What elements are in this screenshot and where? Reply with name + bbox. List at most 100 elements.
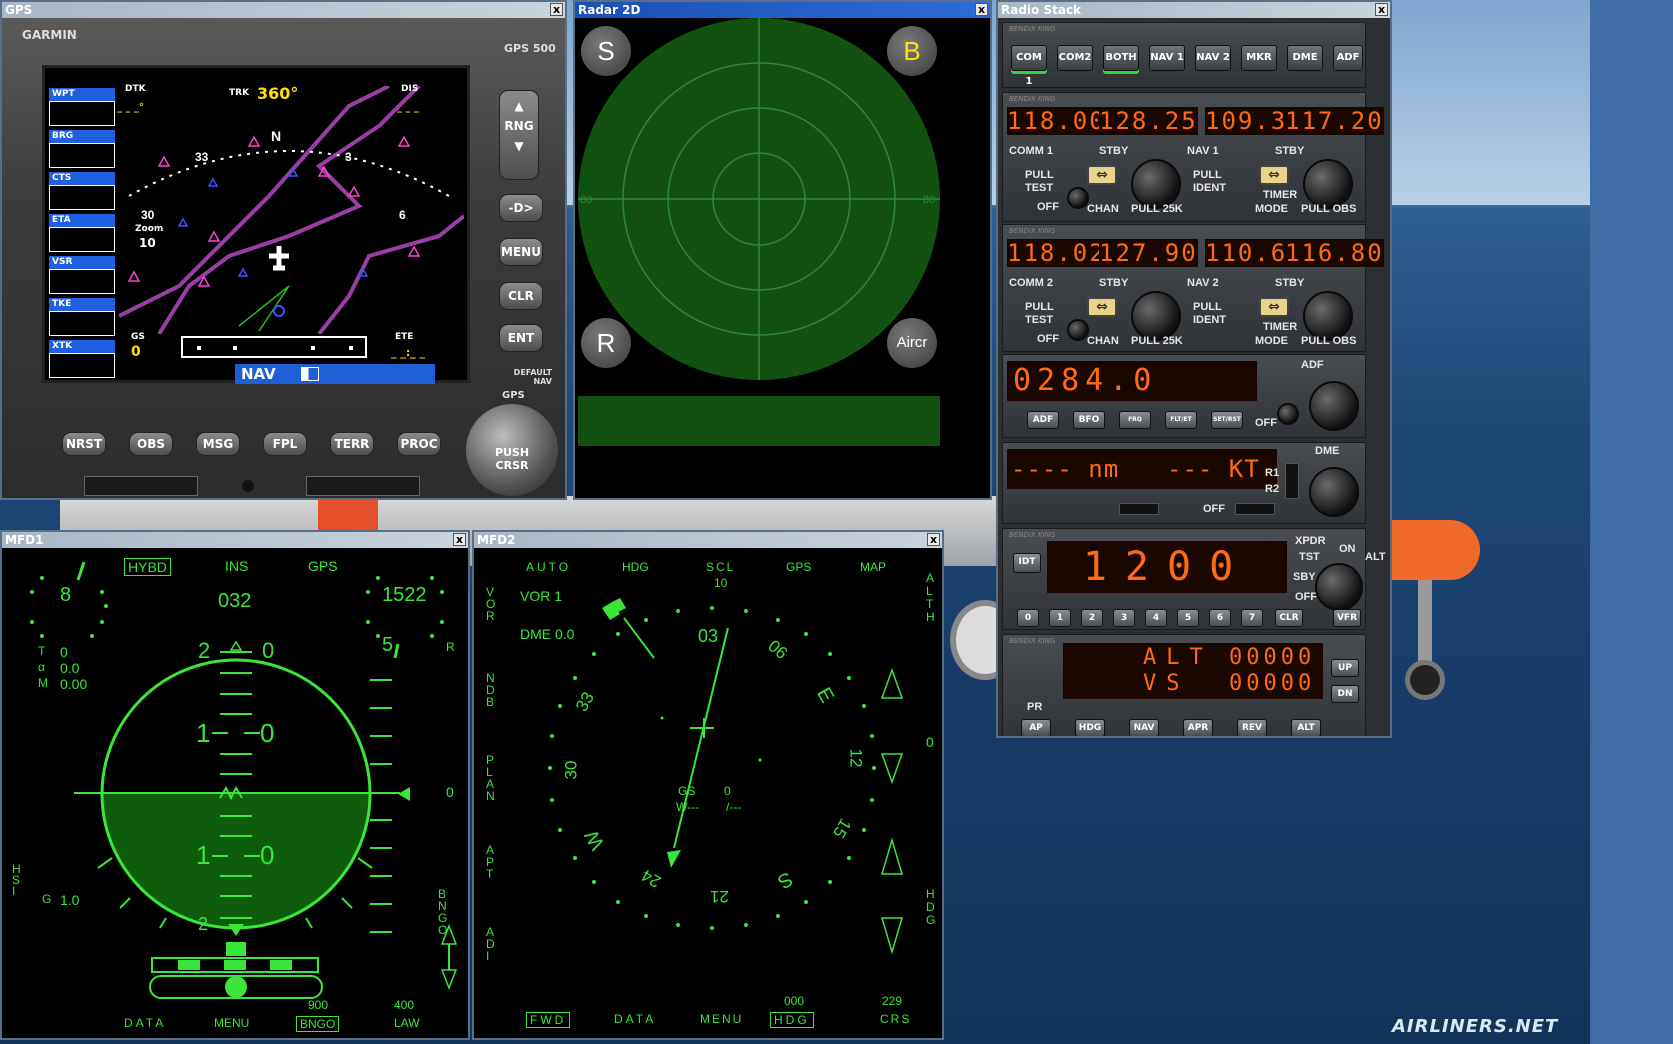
bottom-law[interactable]: LAW (394, 1016, 420, 1030)
ap-apr-button[interactable]: APR (1183, 719, 1213, 736)
radio-close-button[interactable]: x (1375, 3, 1388, 16)
mfd1-window[interactable]: MFD1 x HYBD INS GPS 8 1522 032 5 T 0 α 0… (0, 530, 470, 1040)
mfd2-close-button[interactable]: x (927, 533, 940, 546)
bottom-fwd[interactable]: FWD (526, 1012, 571, 1028)
set-rst-button[interactable]: SET/RST (1211, 411, 1243, 429)
range-up-icon[interactable]: ▲ (500, 99, 538, 113)
gps-close-button[interactable]: x (550, 3, 563, 16)
ap-nav-button[interactable]: NAV (1129, 719, 1159, 736)
range-rocker[interactable]: ▲ RNG ▼ (499, 90, 539, 180)
ap-rev-button[interactable]: REV (1237, 719, 1267, 736)
xpdr-digit-1[interactable]: 1 (1049, 609, 1071, 627)
nrst-button[interactable]: NRST (62, 432, 106, 456)
tab-hdg[interactable]: HDG (622, 560, 649, 574)
xpdr-digit-7[interactable]: 7 (1241, 609, 1263, 627)
power-knob[interactable] (242, 480, 254, 492)
terr-button[interactable]: TERR (330, 432, 374, 456)
tab-ins[interactable]: INS (225, 558, 248, 574)
com2-swap-button[interactable]: ⇔ (1087, 297, 1117, 317)
audio-nav2-button[interactable]: NAV 2 (1195, 45, 1231, 71)
bottom-bngo[interactable]: BNGO (296, 1016, 340, 1032)
gps-window[interactable]: GPS x GARMIN GPS 500 WPT BRG CTS ETA VSR… (0, 0, 567, 500)
radar-scope[interactable] (575, 18, 990, 498)
radar-titlebar[interactable]: Radar 2D x (575, 2, 990, 18)
audio-com1-button[interactable]: COM 1 (1011, 45, 1047, 87)
adf-mode-button[interactable]: ADF (1027, 411, 1059, 429)
direct-to-button[interactable]: -D> (499, 194, 543, 222)
tab-hybd[interactable]: HYBD (124, 558, 171, 576)
audio-dme-button[interactable]: DME (1287, 45, 1323, 71)
xpdr-digit-6[interactable]: 6 (1209, 609, 1231, 627)
obs-button[interactable]: OBS (129, 432, 173, 456)
flt-et-button[interactable]: FLT/ET (1165, 411, 1197, 429)
ap-dn-button[interactable]: DN (1331, 685, 1359, 703)
audio-com2-button[interactable]: COM2 (1057, 45, 1093, 71)
mfd2-window[interactable]: MFD2 x AUTO HDG SCL 10 GPS MAP VOR 1 DME… (472, 530, 944, 1040)
frq-button[interactable]: FRQ (1119, 411, 1151, 429)
radar-window[interactable]: Radar 2D x 80 80 S B R Aircr (573, 0, 992, 500)
ap-hdg-button[interactable]: HDG (1075, 719, 1105, 736)
bottom-data[interactable]: DATA (614, 1012, 656, 1026)
audio-adf-button[interactable]: ADF (1333, 45, 1363, 71)
msg-button[interactable]: MSG (196, 432, 240, 456)
radar-r-button[interactable]: R (581, 318, 631, 368)
com1-volume-knob[interactable] (1067, 187, 1089, 209)
dme-slider-right[interactable] (1235, 503, 1275, 515)
crsr-knob[interactable]: PUSH CRSR (466, 404, 558, 496)
tab-scl[interactable]: SCL (706, 560, 735, 574)
tab-gps[interactable]: GPS (786, 560, 811, 574)
radio-stack-window[interactable]: Radio Stack x BENDIX KING COM 1 COM2 BOT… (996, 0, 1392, 738)
fpl-button[interactable]: FPL (263, 432, 307, 456)
nav2-swap-button[interactable]: ⇔ (1259, 297, 1289, 317)
audio-nav1-button[interactable]: NAV 1 (1149, 45, 1185, 71)
xpdr-digit-4[interactable]: 4 (1145, 609, 1167, 627)
gps-moving-map[interactable] (119, 86, 464, 334)
side-apt[interactable]: A P T (486, 844, 494, 880)
nav1-tune-knob[interactable] (1303, 159, 1353, 209)
side-vor[interactable]: V O R (486, 586, 495, 622)
ap-alt-button[interactable]: ALT (1291, 719, 1321, 736)
radio-titlebar[interactable]: Radio Stack x (998, 2, 1390, 18)
adf-volume-knob[interactable] (1277, 403, 1299, 425)
com2-volume-knob[interactable] (1067, 319, 1089, 341)
xpdr-digit-2[interactable]: 2 (1081, 609, 1103, 627)
bottom-menu[interactable]: MENU (700, 1012, 743, 1026)
proc-button[interactable]: PROC (397, 432, 441, 456)
side-alth[interactable]: A L T H (926, 572, 935, 624)
com1-swap-button[interactable]: ⇔ (1087, 165, 1117, 185)
bottom-data[interactable]: DATA (124, 1016, 166, 1030)
nav2-tune-knob[interactable] (1303, 291, 1353, 341)
dme-selector-switch[interactable] (1285, 463, 1299, 499)
audio-mkr-button[interactable]: MKR (1241, 45, 1277, 71)
ap-ap-button[interactable]: AP (1021, 719, 1051, 736)
xpdr-vfr-button[interactable]: VFR (1333, 609, 1361, 627)
radar-aircraft-button[interactable]: Aircr (887, 318, 937, 368)
gps-titlebar[interactable]: GPS x (2, 2, 565, 18)
side-plan[interactable]: P L A N (486, 754, 495, 802)
mfd1-titlebar[interactable]: MFD1 x (2, 532, 468, 548)
xpdr-mode-knob[interactable] (1315, 563, 1363, 611)
xpdr-digit-5[interactable]: 5 (1177, 609, 1199, 627)
xpdr-clr-button[interactable]: CLR (1275, 609, 1303, 627)
mfd1-close-button[interactable]: x (453, 533, 466, 546)
radar-b-button[interactable]: B (887, 26, 937, 76)
bottom-hdg[interactable]: HDG (770, 1012, 814, 1028)
radar-close-button[interactable]: x (975, 3, 988, 16)
bottom-crs[interactable]: CRS (880, 1012, 911, 1026)
nav1-swap-button[interactable]: ⇔ (1259, 165, 1289, 185)
clr-button[interactable]: CLR (499, 282, 543, 310)
tab-gps[interactable]: GPS (308, 558, 338, 574)
side-hdg[interactable]: H D G (926, 888, 935, 927)
radar-s-button[interactable]: S (581, 26, 631, 76)
bottom-menu[interactable]: MENU (214, 1016, 249, 1030)
dme-slider-left[interactable] (1119, 503, 1159, 515)
dme-knob[interactable] (1309, 467, 1359, 517)
mfd2-titlebar[interactable]: MFD2 x (474, 532, 942, 548)
com1-tune-knob[interactable] (1131, 159, 1181, 209)
side-adi[interactable]: A D I (486, 926, 495, 962)
audio-both-button[interactable]: BOTH (1103, 45, 1139, 71)
adf-tune-knob[interactable] (1309, 381, 1359, 431)
range-down-icon[interactable]: ▼ (500, 139, 538, 153)
ent-button[interactable]: ENT (499, 324, 543, 352)
tab-map[interactable]: MAP (860, 560, 886, 574)
